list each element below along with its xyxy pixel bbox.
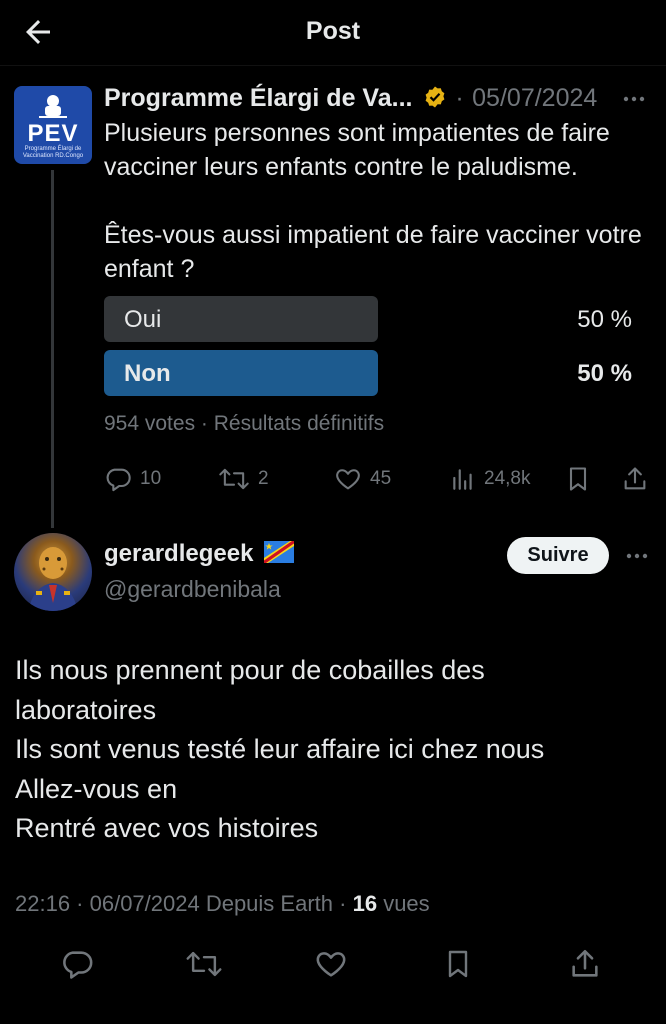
poll-meta: 954 votes · Résultats définitifs xyxy=(104,412,385,435)
like-count: 45 xyxy=(370,468,392,489)
pev-logo-text: PEV xyxy=(27,120,79,147)
verified-badge-icon[interactable] xyxy=(423,85,447,109)
parent-share-button[interactable] xyxy=(621,462,649,496)
parent-action-bar: 10 2 45 24,8k xyxy=(104,462,649,496)
reply-views-number: 16 xyxy=(352,891,378,916)
reply-author-handle[interactable]: @gerardbenibala xyxy=(104,576,281,603)
reply-text-line: Rentré avec vos histoires xyxy=(15,813,319,843)
parent-reply-button[interactable]: 10 xyxy=(104,462,161,496)
more-dots-icon xyxy=(623,96,645,102)
reply-icon xyxy=(63,951,93,979)
parent-author-name[interactable]: Programme Élargi de Va... xyxy=(104,84,412,112)
repost-icon xyxy=(219,468,249,490)
parent-post-text: Plusieurs personnes sont impatientes de … xyxy=(104,119,642,283)
reply-text: Ils nous prennent pour de cobailles des … xyxy=(15,651,645,849)
reply-count: 10 xyxy=(140,468,162,489)
parent-post-date[interactable]: 05/07/2024 xyxy=(472,84,597,112)
repost-count: 2 xyxy=(258,468,269,489)
parent-repost-button[interactable]: 2 xyxy=(218,462,269,496)
poll-option-non-label: Non xyxy=(124,360,171,387)
reply-repost-button[interactable] xyxy=(184,944,224,984)
thread-line xyxy=(51,170,54,528)
reply-author-name: gerardlegeek xyxy=(104,540,254,567)
reply-views-label: vues xyxy=(383,891,430,916)
repost-icon xyxy=(186,951,222,977)
views-count: 24,8k xyxy=(484,468,531,489)
parent-like-button[interactable]: 45 xyxy=(334,462,391,496)
parent-author-row: Programme Élargi de Va... · 05/07/2024 xyxy=(104,84,649,114)
reply-bookmark-button[interactable] xyxy=(438,944,478,984)
parent-bookmark-button[interactable] xyxy=(564,462,592,496)
heart-icon xyxy=(336,469,360,490)
share-icon xyxy=(572,949,598,977)
more-dots-icon xyxy=(626,553,648,559)
parent-date-separator: · xyxy=(455,84,464,112)
reply-author-name-row[interactable]: gerardlegeek xyxy=(104,540,295,568)
bookmark-icon xyxy=(569,467,587,491)
pev-avatar[interactable]: PEV Programme Élargi de Vaccination RD.C… xyxy=(14,86,92,164)
parent-more-button[interactable] xyxy=(619,84,649,114)
reply-like-button[interactable] xyxy=(311,944,351,984)
reply-text-line: laboratoires xyxy=(15,694,157,725)
share-icon xyxy=(624,467,646,490)
poll-option-non-percent: 50 % xyxy=(577,360,632,387)
parent-views-button[interactable]: 24,8k xyxy=(450,462,530,496)
bookmark-icon xyxy=(448,950,468,978)
heart-icon xyxy=(316,952,346,977)
analytics-icon xyxy=(453,469,472,490)
drc-flag-icon xyxy=(264,541,295,563)
pev-logo-subtext: Programme Élargi de Vaccination RD.Congo xyxy=(22,146,84,159)
reply-text-line: Ils nous prennent pour de cobailles des xyxy=(15,655,485,685)
reply-action-bar xyxy=(0,944,666,984)
follow-button[interactable]: Suivre xyxy=(507,537,609,574)
avatar-illustration-icon xyxy=(28,547,78,611)
reply-meta: 22:16 · 06/07/2024 Depuis Earth · 16 vue… xyxy=(15,891,430,917)
reply-timestamp[interactable]: 22:16 · 06/07/2024 Depuis Earth · xyxy=(15,891,346,916)
reply-more-button[interactable] xyxy=(622,542,652,570)
reply-icon xyxy=(106,468,131,492)
poll-option-oui-percent: 50 % xyxy=(577,306,632,333)
reply-reply-button[interactable] xyxy=(57,944,97,984)
top-bar: Post xyxy=(0,0,666,66)
page-title: Post xyxy=(305,17,361,45)
reply-text-line: Ils sont venus testé leur affaire ici ch… xyxy=(15,734,545,764)
reply-author-avatar[interactable] xyxy=(14,533,92,611)
reply-text-line: Allez-vous en xyxy=(15,773,178,804)
reply-share-button[interactable] xyxy=(565,944,605,984)
poll-option-oui-label: Oui xyxy=(124,306,162,333)
